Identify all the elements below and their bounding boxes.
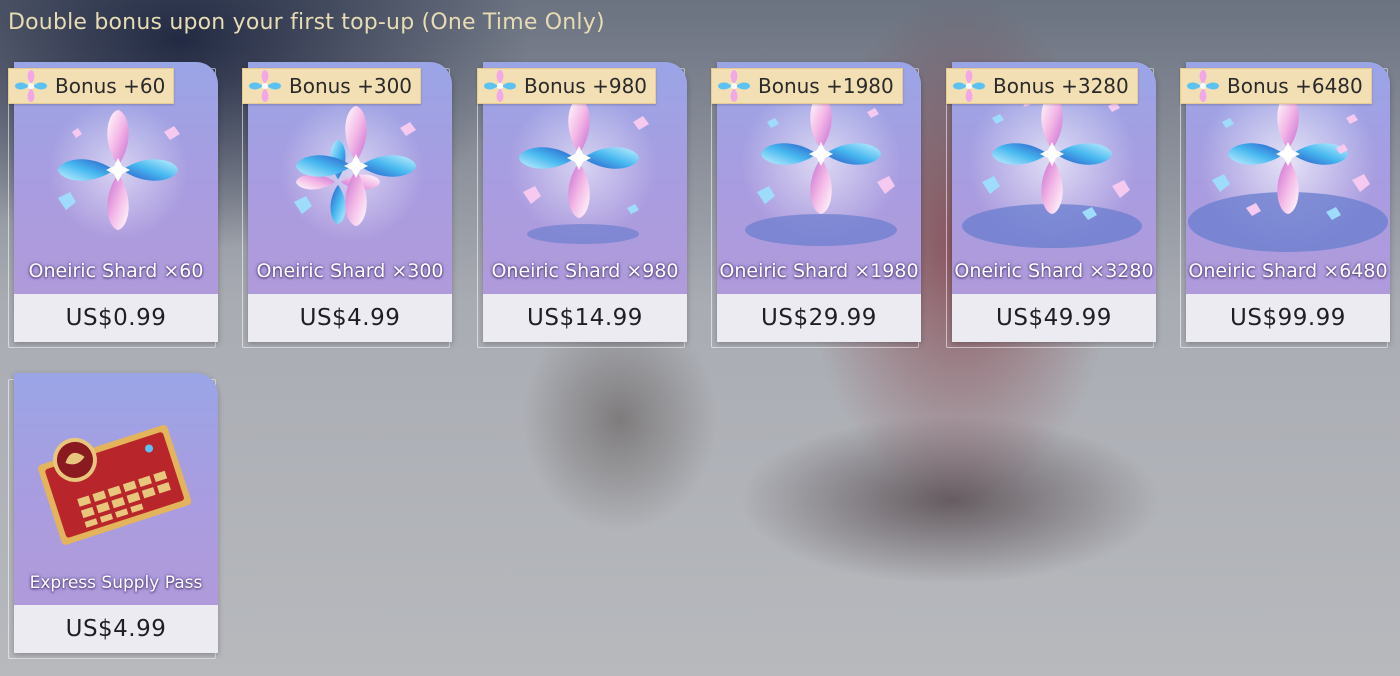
product-name: Oneiric Shard ×3280 bbox=[954, 260, 1154, 282]
bonus-label: Bonus +6480 bbox=[1227, 74, 1363, 98]
card-body[interactable]: Oneiric Shard ×1980 US$29.99 bbox=[717, 62, 921, 342]
shard-pack-card[interactable]: Oneiric Shard ×1980 US$29.99 Bonus +1980 bbox=[711, 62, 921, 348]
oneiric-shard-small-icon bbox=[484, 70, 516, 102]
oneiric-shard-small-icon bbox=[15, 70, 47, 102]
price-button[interactable]: US$49.99 bbox=[952, 294, 1156, 342]
shard-pack-card[interactable]: Oneiric Shard ×300 US$4.99 Bonus +300 bbox=[242, 62, 452, 348]
oneiric-shard-small-icon bbox=[953, 70, 985, 102]
price-label: US$4.99 bbox=[65, 616, 167, 642]
shard-pack-card[interactable]: Oneiric Shard ×6480 US$99.99 Bonus +6480 bbox=[1180, 62, 1390, 348]
price-button[interactable]: US$4.99 bbox=[14, 605, 218, 653]
card-body[interactable]: Oneiric Shard ×3280 US$49.99 bbox=[952, 62, 1156, 342]
bonus-tag: Bonus +980 bbox=[477, 68, 657, 104]
bonus-label: Bonus +300 bbox=[289, 74, 413, 98]
product-name: Oneiric Shard ×60 bbox=[28, 260, 204, 282]
oneiric-shard-small-icon bbox=[718, 70, 750, 102]
oneiric-shard-small-icon bbox=[249, 70, 281, 102]
page-headline: Double bonus upon your first top-up (One… bbox=[8, 10, 605, 35]
product-name: Express Supply Pass bbox=[29, 573, 203, 593]
price-button[interactable]: US$14.99 bbox=[483, 294, 687, 342]
card-body[interactable]: Oneiric Shard ×980 US$14.99 bbox=[483, 62, 687, 342]
oneiric-shard-small-icon bbox=[1187, 70, 1219, 102]
card-body[interactable]: Express Supply Pass US$4.99 bbox=[14, 373, 218, 653]
supply-pass-ticket-icon bbox=[38, 424, 192, 545]
shard-pack-card[interactable]: Oneiric Shard ×60 US$0.99 Bonus +60 bbox=[8, 62, 218, 348]
card-body[interactable]: Oneiric Shard ×6480 US$99.99 bbox=[1186, 62, 1390, 342]
price-label: US$14.99 bbox=[527, 305, 643, 331]
bonus-tag: Bonus +3280 bbox=[946, 68, 1138, 104]
card-body[interactable]: Oneiric Shard ×60 US$0.99 bbox=[14, 62, 218, 342]
bonus-tag: Bonus +1980 bbox=[711, 68, 903, 104]
product-name: Oneiric Shard ×980 bbox=[491, 260, 679, 282]
express-supply-pass-card[interactable]: Express Supply Pass US$4.99 bbox=[8, 373, 218, 659]
bonus-tag: Bonus +6480 bbox=[1180, 68, 1372, 104]
price-button[interactable]: US$4.99 bbox=[248, 294, 452, 342]
bonus-tag: Bonus +60 bbox=[8, 68, 175, 104]
price-label: US$99.99 bbox=[1230, 305, 1346, 331]
product-name: Oneiric Shard ×1980 bbox=[719, 260, 919, 282]
shard-pack-card[interactable]: Oneiric Shard ×980 US$14.99 Bonus +980 bbox=[477, 62, 687, 348]
shard-pack-card[interactable]: Oneiric Shard ×3280 US$49.99 Bonus +3280 bbox=[946, 62, 1156, 348]
bonus-label: Bonus +980 bbox=[524, 74, 648, 98]
card-body[interactable]: Oneiric Shard ×300 US$4.99 bbox=[248, 62, 452, 342]
price-label: US$4.99 bbox=[299, 305, 401, 331]
price-label: US$29.99 bbox=[761, 305, 877, 331]
price-label: US$0.99 bbox=[65, 305, 167, 331]
price-button[interactable]: US$29.99 bbox=[717, 294, 921, 342]
bonus-label: Bonus +60 bbox=[55, 74, 166, 98]
bonus-label: Bonus +3280 bbox=[993, 74, 1129, 98]
product-name: Oneiric Shard ×300 bbox=[256, 260, 444, 282]
price-button[interactable]: US$0.99 bbox=[14, 294, 218, 342]
product-name: Oneiric Shard ×6480 bbox=[1188, 260, 1388, 282]
bonus-label: Bonus +1980 bbox=[758, 74, 894, 98]
price-label: US$49.99 bbox=[996, 305, 1112, 331]
price-button[interactable]: US$99.99 bbox=[1186, 294, 1390, 342]
bonus-tag: Bonus +300 bbox=[242, 68, 422, 104]
